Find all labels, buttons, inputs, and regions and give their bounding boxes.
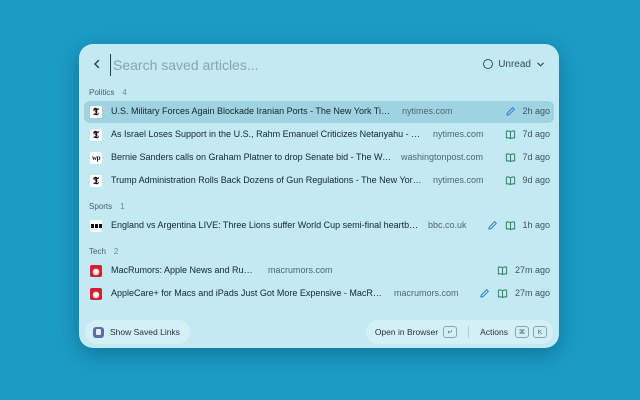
section-name: Sports: [89, 201, 113, 211]
section-count: 4: [122, 87, 127, 97]
section-count: 2: [113, 246, 119, 256]
article-domain: washingtonpost.com: [401, 152, 484, 162]
command-key-hint: ⌘: [515, 326, 529, 338]
article-domain: macrumors.com: [394, 288, 459, 298]
row-actions: 7d ago: [504, 128, 550, 140]
saved-time: 27m ago: [514, 265, 550, 275]
nytimes-favicon-icon: 𝕿: [90, 175, 102, 187]
section-count: 1: [120, 201, 125, 211]
article-row[interactable]: 𝕿 Trump Administration Rolls Back Dozens …: [84, 170, 554, 192]
article-domain: bbc.co.uk: [428, 220, 467, 230]
show-saved-links-label: Show Saved Links: [110, 327, 180, 337]
row-actions: 9d ago: [504, 174, 550, 186]
row-actions: 1h ago: [486, 219, 550, 231]
article-title: U.S. Military Forces Again Blockade Iran…: [111, 106, 397, 116]
saved-time: 2h ago: [522, 106, 550, 116]
article-title: MacRumors: Apple News and Rumors: [111, 265, 259, 275]
return-key-hint: ↵: [443, 326, 458, 338]
article-title: AppleCare+ for Macs and iPads Just Got M…: [111, 288, 386, 298]
circle-icon: [483, 59, 494, 69]
section-header-tech: Tech 2: [79, 243, 559, 259]
show-saved-links-button[interactable]: Show Saved Links: [85, 320, 190, 344]
footer-divider: [468, 326, 470, 338]
footer-actions-group: Open in Browser ↵ Actions ⌘ K: [365, 320, 553, 344]
search-input[interactable]: [110, 54, 415, 76]
open-book-icon[interactable]: [504, 151, 516, 163]
open-book-icon[interactable]: [504, 128, 516, 140]
saved-time: 27m ago: [514, 288, 550, 298]
article-title: Bernie Sanders calls on Graham Platner t…: [111, 152, 394, 162]
row-actions: 27m ago: [479, 287, 550, 299]
actions-label: Actions: [480, 327, 508, 337]
article-row[interactable]: 𝕿 As Israel Loses Support in the U.S., Ra…: [84, 124, 554, 146]
section-name: Tech: [89, 246, 106, 256]
article-domain: macrumors.com: [268, 265, 333, 275]
saved-time: 7d ago: [522, 152, 550, 162]
saved-time: 7d ago: [522, 129, 550, 139]
bookmark-app-icon: [93, 326, 104, 338]
saved-time: 1h ago: [522, 220, 550, 230]
saved-articles-panel: Unread Politics 4 𝕿 U.S. Military Forces Ag…: [79, 44, 559, 348]
open-in-browser-button[interactable]: Open in Browser ↵: [374, 326, 458, 338]
edit-pencil-icon[interactable]: [486, 219, 498, 231]
actions-button[interactable]: Actions ⌘ K: [480, 326, 547, 338]
open-book-icon[interactable]: [504, 219, 516, 231]
back-button[interactable]: [89, 56, 105, 72]
section-header-sports: Sports 1: [79, 198, 559, 214]
macrumors-favicon-icon: ◉: [90, 288, 102, 300]
chevron-left-icon: [94, 59, 100, 69]
footer-bar: Show Saved Links Open in Browser ↵ Actio…: [79, 320, 559, 348]
washingtonpost-favicon-icon: wp: [90, 152, 102, 164]
article-row[interactable]: 𝕿 U.S. Military Forces Again Blockade Ira…: [84, 101, 554, 123]
article-title: Trump Administration Rolls Back Dozens o…: [111, 175, 423, 185]
k-key-hint: K: [533, 326, 547, 338]
macrumors-favicon-icon: ◉: [90, 265, 102, 277]
unread-filter-dropdown[interactable]: Unread: [483, 56, 545, 72]
open-book-icon[interactable]: [504, 174, 516, 186]
section-name: Politics: [89, 87, 115, 97]
bbc-favicon-icon: [90, 220, 102, 232]
article-row[interactable]: ◉ MacRumors: Apple News and Rumors macrumo…: [84, 260, 554, 282]
article-domain: nytimes.com: [402, 106, 453, 116]
open-book-icon[interactable]: [497, 287, 509, 299]
article-title: England vs Argentina LIVE: Three Lions s…: [111, 220, 419, 230]
article-domain: nytimes.com: [433, 175, 484, 185]
article-list: Politics 4 𝕿 U.S. Military Forces Again Blo…: [79, 84, 559, 306]
open-book-icon[interactable]: [497, 264, 509, 276]
article-row[interactable]: ◉ AppleCare+ for Macs and iPads Just Got …: [84, 283, 554, 305]
open-in-browser-label: Open in Browser: [374, 327, 439, 337]
edit-pencil-icon[interactable]: [504, 105, 516, 117]
filter-label: Unread: [498, 58, 531, 70]
saved-time: 9d ago: [522, 175, 550, 185]
section-header-politics: Politics 4: [79, 84, 559, 100]
article-title: As Israel Loses Support in the U.S., Rah…: [111, 129, 423, 139]
chevron-down-icon: [537, 62, 544, 67]
row-actions: 2h ago: [504, 105, 550, 117]
article-row[interactable]: wp Bernie Sanders calls on Graham Platner…: [84, 147, 554, 169]
article-domain: nytimes.com: [433, 129, 484, 139]
nytimes-favicon-icon: 𝕿: [90, 129, 102, 141]
row-actions: 7d ago: [504, 151, 550, 163]
article-row[interactable]: England vs Argentina LIVE: Three Lions s…: [84, 215, 554, 237]
edit-pencil-icon[interactable]: [479, 287, 491, 299]
row-actions: 27m ago: [497, 264, 550, 276]
search-bar: Unread: [79, 44, 559, 84]
nytimes-favicon-icon: 𝕿: [90, 106, 102, 118]
